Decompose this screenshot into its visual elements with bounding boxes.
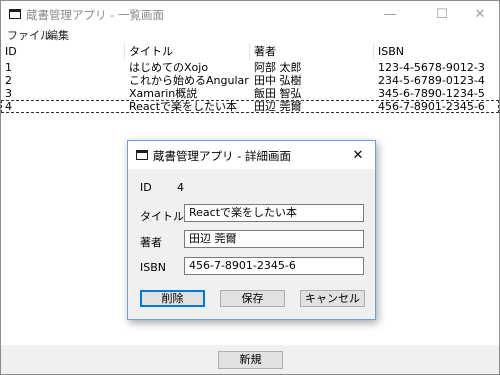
maximize-icon: ☐ [436, 7, 448, 22]
cell-author: 飯田 智弘 [254, 87, 302, 100]
cell-title: はじめてのXojo [129, 61, 209, 74]
cell-id: 3 [5, 87, 12, 100]
menu-file[interactable]: ファイル [7, 28, 51, 43]
cell-isbn: 345-6-7890-1234-5 [378, 87, 485, 100]
column-header-author[interactable]: 著者 [250, 43, 374, 60]
main-window-title: 蔵書管理アプリ - 一覧画面 [26, 8, 164, 22]
save-button[interactable]: 保存 [220, 290, 285, 307]
table-row-selected[interactable]: 4 Reactで楽をしたい本 田辺 莞爾 456-7-8901-2345-6 [1, 100, 499, 113]
cell-title: Reactで楽をしたい本 [129, 100, 238, 113]
cell-author: 阿部 太郎 [254, 61, 302, 74]
menu-edit[interactable]: 編集 [47, 28, 69, 43]
title-label: タイトル [140, 210, 184, 223]
cell-id: 4 [5, 100, 12, 113]
isbn-label: ISBN [140, 261, 167, 274]
menu-bar: ファイル 編集 [1, 28, 499, 43]
cell-isbn: 123-4-5678-9012-3 [378, 61, 485, 74]
table-row[interactable]: 2 これから始めるAngular 田中 弘樹 234-5-6789-0123-4 [1, 74, 499, 87]
cell-author: 田辺 莞爾 [254, 100, 302, 113]
detail-dialog: 蔵書管理アプリ - 詳細画面 ✕ ID 4 タイトル Reactで楽をしたい本 … [127, 140, 376, 320]
author-field[interactable]: 田辺 莞爾 [184, 230, 364, 248]
new-button[interactable]: 新規 [218, 351, 283, 369]
cell-id: 1 [5, 61, 12, 74]
maximize-button[interactable]: ☐ [425, 1, 459, 28]
minimize-icon: — [383, 7, 397, 22]
close-icon: ✕ [474, 7, 486, 22]
cell-title: Xamarin概説 [129, 87, 198, 100]
id-label: ID [140, 181, 152, 194]
close-icon: ✕ [352, 147, 364, 163]
cell-isbn: 234-5-6789-0123-4 [378, 74, 485, 87]
cell-author: 田中 弘樹 [254, 74, 302, 87]
cancel-button[interactable]: キャンセル [300, 290, 365, 307]
delete-button[interactable]: 削除 [140, 290, 205, 307]
column-header-id[interactable]: ID [1, 43, 125, 60]
close-button[interactable]: ✕ [463, 1, 497, 28]
id-value: 4 [177, 181, 184, 194]
dialog-title: 蔵書管理アプリ - 詳細画面 [153, 149, 291, 163]
column-header-isbn[interactable]: ISBN [374, 43, 499, 60]
table-row[interactable]: 1 はじめてのXojo 阿部 太郎 123-4-5678-9012-3 [1, 61, 499, 74]
column-header-title[interactable]: タイトル [125, 43, 250, 60]
author-label: 著者 [140, 236, 162, 249]
minimize-button[interactable]: — [373, 1, 407, 28]
dialog-window-icon [136, 150, 148, 160]
cell-title: これから始めるAngular [129, 74, 249, 87]
main-title-bar[interactable]: 蔵書管理アプリ - 一覧画面 — ☐ ✕ [1, 1, 499, 28]
dialog-close-button[interactable]: ✕ [341, 141, 375, 169]
dialog-title-bar[interactable]: 蔵書管理アプリ - 詳細画面 ✕ [128, 141, 375, 169]
isbn-field[interactable]: 456-7-8901-2345-6 [184, 257, 364, 275]
table-row[interactable]: 3 Xamarin概説 飯田 智弘 345-6-7890-1234-5 [1, 87, 499, 100]
cell-id: 2 [5, 74, 12, 87]
title-field[interactable]: Reactで楽をしたい本 [184, 204, 364, 222]
cell-isbn: 456-7-8901-2345-6 [378, 100, 485, 113]
main-window: 蔵書管理アプリ - 一覧画面 — ☐ ✕ ファイル 編集 ID タイトル 著者 … [0, 0, 500, 375]
app-window-icon [9, 9, 21, 19]
